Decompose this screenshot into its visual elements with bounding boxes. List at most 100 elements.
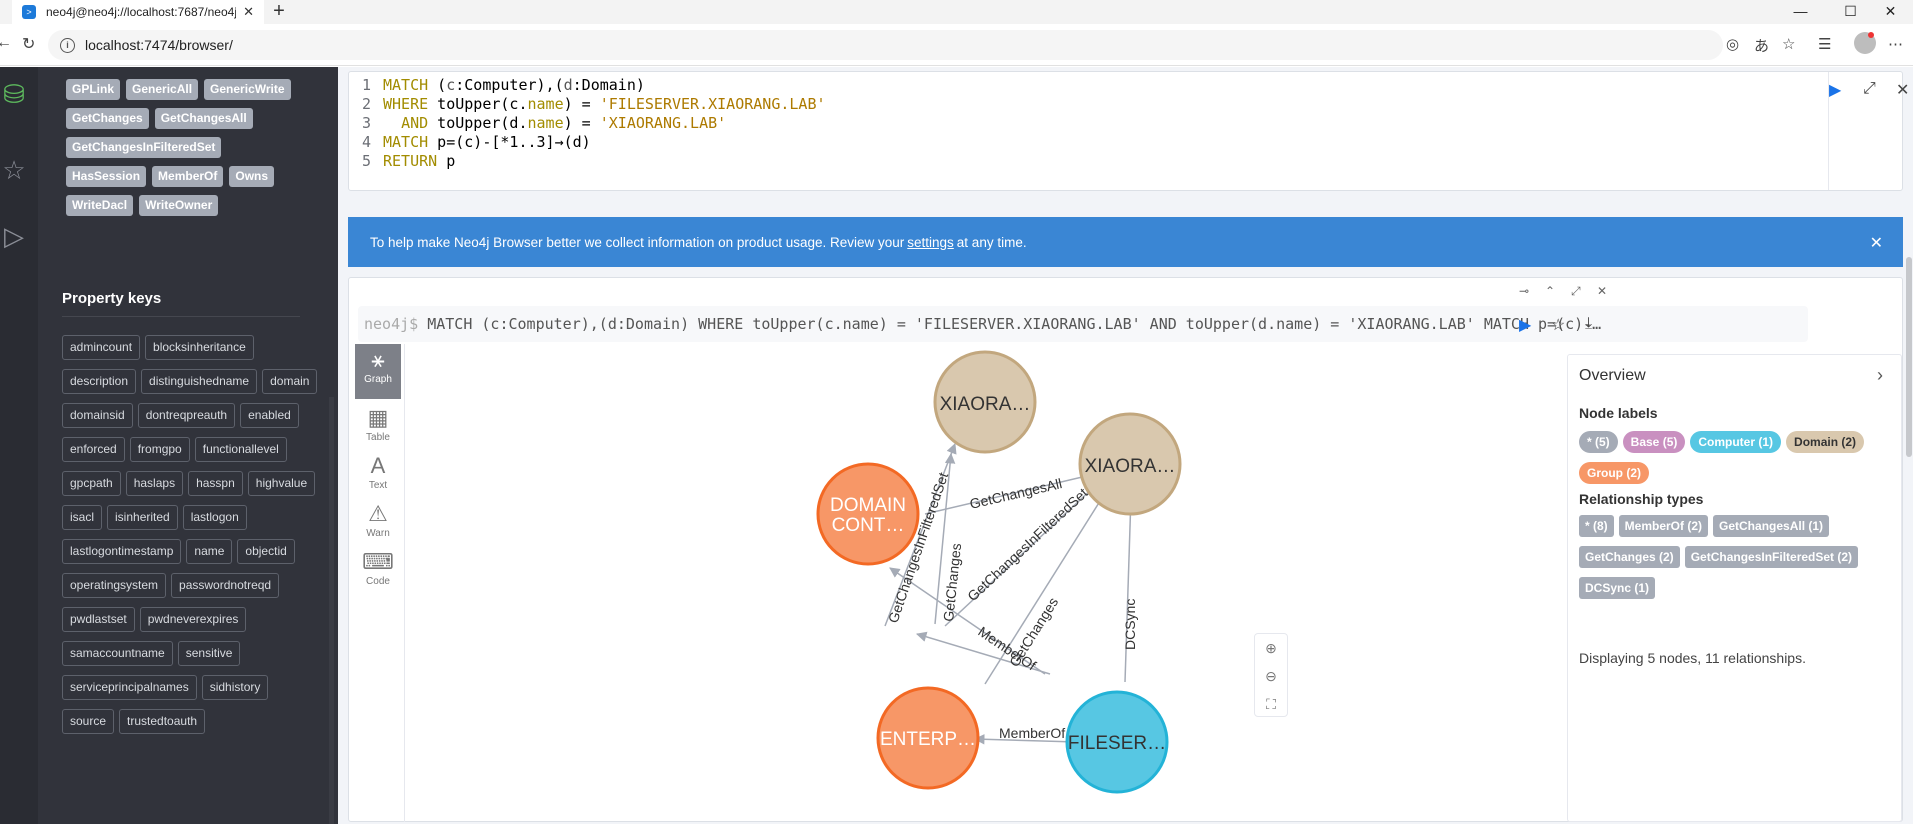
close-window-button[interactable]: ✕ xyxy=(1868,0,1913,24)
property-key-chip[interactable]: description xyxy=(62,369,137,394)
property-key-chip[interactable]: fromgpo xyxy=(129,437,190,462)
property-key-chip[interactable]: domainsid xyxy=(62,403,133,428)
relationship-type-chip[interactable]: WriteOwner xyxy=(139,195,219,216)
property-key-chip[interactable]: lastlogon xyxy=(182,505,247,530)
node-label-chip[interactable]: Base (5) xyxy=(1622,431,1686,453)
relationship-type-chip[interactable]: GenericWrite xyxy=(204,79,291,100)
property-key-chip[interactable]: highvalue xyxy=(247,471,316,496)
rerun-button[interactable]: ▶ xyxy=(1519,315,1531,335)
node-label-chip[interactable]: Domain (2) xyxy=(1786,431,1865,453)
property-key-chip[interactable]: name xyxy=(186,539,233,564)
relationship-type-chip[interactable]: GenericAll xyxy=(126,79,199,100)
property-key-chip[interactable]: objectid xyxy=(237,539,295,564)
relationship-type-chip[interactable]: MemberOf (2) xyxy=(1618,515,1709,537)
property-key-chip[interactable]: enabled xyxy=(240,403,299,428)
property-key-chip[interactable]: hasspn xyxy=(188,471,243,496)
relationship-type-chip[interactable]: GetChangesAll (1) xyxy=(1713,515,1830,537)
expand-icon[interactable]: ⤢ xyxy=(1571,284,1581,299)
property-key-chip[interactable]: sensitive xyxy=(177,641,241,666)
property-key-chip[interactable]: enforced xyxy=(62,437,125,462)
property-key-chip[interactable]: samaccountname xyxy=(62,641,173,666)
property-key-chip[interactable]: pwdneverexpires xyxy=(139,607,247,632)
node-label-chip[interactable]: Computer (1) xyxy=(1690,431,1782,453)
graph-node-computer[interactable]: FILESER… xyxy=(1065,690,1169,794)
main-scrollbar[interactable] xyxy=(1906,257,1912,457)
favorites-list-icon[interactable]: ☰ xyxy=(1818,35,1831,53)
property-key-chip[interactable]: serviceprincipalnames xyxy=(62,675,197,700)
graph-node-group[interactable]: ENTERP… xyxy=(876,686,980,790)
favorite-star-icon[interactable]: ☆ xyxy=(1782,35,1795,53)
property-key-chip[interactable]: passwordnotreqd xyxy=(171,573,280,598)
relationship-type-chip[interactable]: MemberOf xyxy=(152,166,224,187)
relationship-type-chip[interactable]: GetChanges xyxy=(66,108,149,129)
minimize-button[interactable]: — xyxy=(1778,0,1823,24)
property-key-chip[interactable]: admincount xyxy=(62,335,141,360)
banner-close-icon[interactable]: ✕ xyxy=(1870,233,1883,253)
collapse-icon[interactable]: ⌃ xyxy=(1545,284,1555,298)
tab-graph[interactable]: ⚹ Graph xyxy=(355,344,401,399)
fit-view-icon[interactable]: ⛶ xyxy=(1255,690,1287,718)
property-key-chip[interactable]: distinguishedname xyxy=(141,369,258,394)
chevron-right-icon[interactable]: › xyxy=(1877,365,1883,386)
drawer-scrollbar[interactable] xyxy=(329,397,334,824)
tab-close-icon[interactable]: ✕ xyxy=(243,4,254,20)
node-label-chip[interactable]: Group (2) xyxy=(1579,462,1649,484)
reload-icon[interactable]: ↻ xyxy=(22,34,35,54)
back-arrow-icon[interactable]: ← xyxy=(0,34,12,52)
property-key-chip[interactable]: blocksinheritance xyxy=(145,335,254,360)
property-key-chip[interactable]: dontreqpreauth xyxy=(137,403,236,428)
url-field[interactable]: i localhost:7474/browser/ xyxy=(48,30,1723,60)
property-key-chip[interactable]: isinherited xyxy=(107,505,178,530)
pin-icon[interactable]: ⊸ xyxy=(1519,284,1529,298)
edge-line[interactable] xyxy=(1124,494,1136,683)
close-editor-icon[interactable]: ✕ xyxy=(1896,80,1909,100)
settings-link[interactable]: settings xyxy=(907,235,954,250)
more-menu-icon[interactable]: ⋯ xyxy=(1888,35,1903,53)
info-icon[interactable]: i xyxy=(60,37,75,53)
property-key-chip[interactable]: functionallevel xyxy=(194,437,287,462)
cypher-editor[interactable]: 1 MATCH (c:Computer),(d:Domain) 2 WHERE to… xyxy=(349,72,1829,190)
relationship-type-chip[interactable]: HasSession xyxy=(66,166,147,187)
tab-table[interactable]: ▦ Table xyxy=(355,402,401,457)
relationship-type-chip[interactable]: Owns xyxy=(229,166,275,187)
relationship-type-chip[interactable]: DCSync (1) xyxy=(1579,577,1656,599)
graph-node-domain[interactable]: XIAORA… xyxy=(1078,412,1182,516)
graph-canvas[interactable]: GetChangesInFilteredSet GetChangesAll Ge… xyxy=(405,344,1305,822)
property-key-chip[interactable]: domain xyxy=(262,369,318,394)
relationship-type-chip[interactable]: GetChanges (2) xyxy=(1579,546,1680,568)
favorites-star-icon[interactable]: ☆ xyxy=(0,155,28,186)
graph-node-group[interactable]: DOMAIN CONT… xyxy=(816,462,920,566)
tab-warn[interactable]: ⚠ Warn xyxy=(355,498,401,553)
database-icon[interactable]: ⛁ xyxy=(0,79,28,110)
save-favorite-icon[interactable]: ☆ xyxy=(1551,315,1565,335)
relationship-type-chip[interactable]: GPLink xyxy=(66,79,121,100)
property-key-chip[interactable]: lastlogontimestamp xyxy=(62,539,182,564)
relationship-type-chip[interactable]: GetChangesInFilteredSet xyxy=(66,137,222,158)
property-key-chip[interactable]: operatingsystem xyxy=(62,573,167,598)
guides-icon[interactable]: ▷ xyxy=(0,221,28,252)
run-query-button[interactable]: ▶ xyxy=(1829,80,1841,100)
relationship-type-chip[interactable]: WriteDacl xyxy=(66,195,134,216)
property-key-chip[interactable]: gpcpath xyxy=(62,471,121,496)
property-key-chip[interactable]: source xyxy=(62,709,115,734)
property-key-chip[interactable]: haslaps xyxy=(125,471,184,496)
maximize-button[interactable]: ☐ xyxy=(1828,0,1873,24)
property-key-chip[interactable]: trustedtoauth xyxy=(119,709,206,734)
property-key-chip[interactable]: pwdlastset xyxy=(62,607,135,632)
property-key-chip[interactable]: isacl xyxy=(62,505,103,530)
node-label-chip[interactable]: * (5) xyxy=(1579,431,1618,453)
graph-node-domain[interactable]: XIAORA… xyxy=(933,350,1037,454)
copilot-icon[interactable]: ◎ xyxy=(1726,35,1739,53)
relationship-type-chip[interactable]: GetChangesAll xyxy=(154,108,253,129)
tab-text[interactable]: A Text xyxy=(355,450,401,505)
close-frame-icon[interactable]: ✕ xyxy=(1597,284,1607,298)
browser-tab[interactable]: > neo4j@neo4j://localhost:7687/neo4j ✕ xyxy=(12,0,264,24)
new-tab-button[interactable]: + xyxy=(264,0,294,24)
zoom-in-icon[interactable]: ⊕ xyxy=(1255,634,1287,662)
relationship-type-chip[interactable]: GetChangesInFilteredSet (2) xyxy=(1684,546,1859,568)
zoom-out-icon[interactable]: ⊖ xyxy=(1255,662,1287,690)
translate-icon[interactable]: あ xyxy=(1754,35,1769,56)
download-icon[interactable]: ⤓ xyxy=(1585,315,1592,333)
tab-code[interactable]: ⌨ Code xyxy=(355,546,401,601)
property-key-chip[interactable]: sidhistory xyxy=(201,675,269,700)
